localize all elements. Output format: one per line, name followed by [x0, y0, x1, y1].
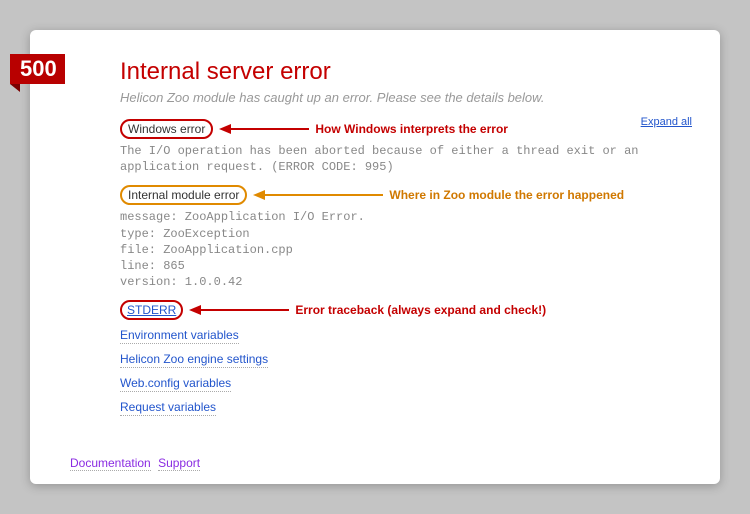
module-error-body: message: ZooApplication I/O Error. type:… — [120, 209, 680, 290]
error-card: 500 Internal server error Helicon Zoo mo… — [30, 30, 720, 484]
arrow-icon — [189, 304, 289, 316]
stderr-row: STDERR Error traceback (always expand an… — [120, 300, 680, 320]
windows-error-row: Windows error How Windows interprets the… — [120, 119, 680, 139]
support-link[interactable]: Support — [158, 456, 200, 471]
documentation-link[interactable]: Documentation — [70, 456, 151, 471]
env-variables-link[interactable]: Environment variables — [120, 328, 239, 344]
windows-error-label[interactable]: Windows error — [120, 119, 213, 139]
stderr-label[interactable]: STDERR — [120, 300, 183, 320]
webconfig-variables-link[interactable]: Web.config variables — [120, 376, 231, 392]
engine-settings-link[interactable]: Helicon Zoo engine settings — [120, 352, 268, 368]
module-error-note: Where in Zoo module the error happened — [389, 188, 624, 202]
footer: Documentation Support — [70, 456, 204, 470]
request-variables-link[interactable]: Request variables — [120, 400, 216, 416]
expand-all-link[interactable]: Expand all — [641, 116, 692, 128]
stderr-note: Error traceback (always expand and check… — [295, 303, 546, 317]
arrow-icon — [253, 189, 383, 201]
module-error-row: Internal module error Where in Zoo modul… — [120, 185, 680, 205]
status-code-badge: 500 — [10, 54, 65, 84]
arrow-icon — [219, 123, 309, 135]
windows-error-note: How Windows interprets the error — [315, 122, 508, 136]
windows-error-body: The I/O operation has been aborted becau… — [120, 143, 680, 175]
module-error-label[interactable]: Internal module error — [120, 185, 247, 205]
page-subtitle: Helicon Zoo module has caught up an erro… — [120, 90, 680, 105]
page-title: Internal server error — [120, 58, 680, 86]
